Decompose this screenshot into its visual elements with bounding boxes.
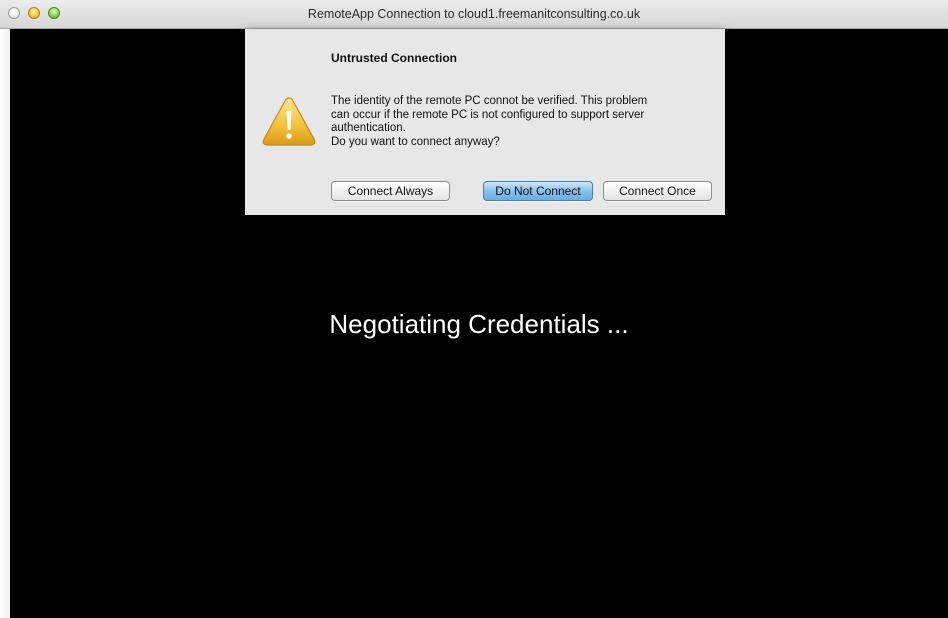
window-title: RemoteApp Connection to cloud1.freemanit… [307, 7, 641, 21]
remoteapp-window: RemoteApp Connection to cloud1.freemanit… [0, 0, 948, 618]
status-message: Negotiating Credentials ... [329, 309, 629, 339]
window-left-edge [0, 29, 10, 618]
dialog-title: Untrusted Connection [331, 51, 457, 65]
do-not-connect-button[interactable]: Do Not Connect [483, 181, 593, 201]
connect-always-button[interactable]: Connect Always [331, 181, 450, 201]
untrusted-connection-dialog: Untrusted Connection The identity of the… [245, 29, 725, 215]
title-bar[interactable]: RemoteApp Connection to cloud1.freemanit… [0, 0, 948, 29]
warning-icon [261, 95, 317, 147]
dialog-message: The identity of the remote PC connot be … [331, 95, 648, 148]
connect-once-button[interactable]: Connect Once [603, 181, 712, 201]
